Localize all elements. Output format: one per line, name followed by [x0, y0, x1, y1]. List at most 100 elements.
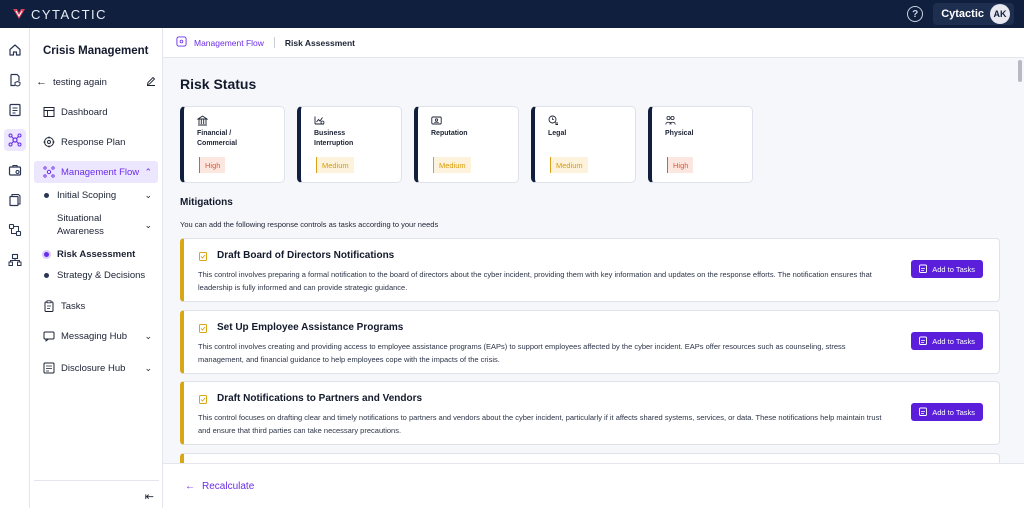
dashboard-icon	[43, 106, 55, 118]
document-shield-icon[interactable]	[7, 72, 23, 88]
recalculate-button[interactable]: ← Recalculate	[185, 481, 254, 492]
task-add-icon	[919, 264, 928, 275]
mitigations-title: Mitigations	[180, 197, 233, 208]
main-content: Risk Status Financial / Commercial High …	[163, 58, 1013, 463]
add-to-tasks-button[interactable]: Add to Tasks	[911, 332, 983, 350]
step-dot	[44, 273, 49, 278]
risk-name-line2: Commercial	[197, 140, 238, 147]
risk-name: Physical	[665, 130, 694, 137]
sidebar-item-label: Response Plan	[61, 136, 126, 148]
recalculate-label: Recalculate	[202, 481, 255, 492]
sidebar-subitem-label: Strategy & Decisions	[57, 270, 146, 281]
people-icon	[665, 115, 676, 125]
edit-icon[interactable]	[146, 76, 156, 89]
sidebar-item-label: Tasks	[61, 300, 86, 312]
mitigation-card: Draft Notifications to Partners and Vend…	[180, 381, 1000, 445]
briefcase-gear-icon[interactable]	[7, 162, 23, 178]
files-icon[interactable]	[7, 192, 23, 208]
risk-card-legal[interactable]: Legal Medium	[531, 106, 636, 183]
org-chart-icon[interactable]	[7, 252, 23, 268]
mitigation-title: Draft Board of Directors Notifications	[217, 250, 395, 261]
mitigations-description: You can add the following response contr…	[180, 220, 439, 229]
breadcrumb-separator	[273, 37, 275, 48]
list-check-icon[interactable]	[7, 102, 23, 118]
management-flow-icon	[176, 36, 187, 49]
risk-level-badge: Medium	[433, 157, 471, 173]
back-link[interactable]: ← testing again	[36, 76, 156, 88]
back-link-label: testing again	[53, 76, 107, 88]
risk-card-financial[interactable]: Financial / Commercial High	[180, 106, 285, 183]
bank-icon	[197, 115, 208, 126]
account-menu[interactable]: Cytactic AK	[933, 3, 1014, 25]
risk-name-line2: Interruption	[314, 140, 354, 147]
scrollbar-thumb[interactable]	[1018, 60, 1022, 82]
sidebar-item-label: Disclosure Hub	[61, 362, 126, 374]
sidebar: Crisis Management ← testing again Dashbo…	[30, 28, 163, 508]
footer-bar: ← Recalculate	[163, 463, 1024, 508]
disclosure-icon	[43, 362, 55, 374]
risk-card-reputation[interactable]: Reputation Medium	[414, 106, 519, 183]
sidebar-item-messaging-hub[interactable]: Messaging Hub ⌄	[34, 325, 158, 347]
logo-icon	[13, 9, 25, 19]
chevron-down-icon[interactable]: ⌄	[144, 220, 152, 231]
sidebar-subitem-strategy-decisions[interactable]: Strategy & Decisions	[44, 270, 158, 281]
mitigation-body: This control involves preparing a formal…	[198, 270, 872, 292]
flow-icon[interactable]	[7, 222, 23, 238]
top-bar: CYTACTIC ? Cytactic AK	[0, 0, 1024, 28]
breadcrumb: Management Flow Risk Assessment	[163, 28, 1024, 58]
sidebar-subitem-initial-scoping[interactable]: Initial Scoping ⌄	[44, 190, 158, 201]
brand-name: CYTACTIC	[31, 6, 108, 22]
id-card-icon	[431, 116, 442, 125]
chevron-down-icon[interactable]: ⌄	[144, 331, 152, 342]
chevron-down-icon[interactable]: ⌄	[144, 363, 152, 374]
collapse-sidebar-icon[interactable]: ⇤	[145, 490, 154, 503]
scrollbar[interactable]	[1016, 58, 1024, 463]
arrow-left-icon: ←	[185, 481, 195, 492]
sidebar-item-disclosure-hub[interactable]: Disclosure Hub ⌄	[34, 357, 158, 379]
clipboard-check-icon	[198, 323, 208, 333]
risk-name: Reputation	[431, 130, 468, 137]
hub-network-icon	[43, 166, 55, 178]
chart-break-icon	[314, 116, 325, 125]
sidebar-subitem-situational-awareness[interactable]: Situational Awareness ⌄	[44, 212, 158, 238]
breadcrumb-link[interactable]: Management Flow	[194, 38, 264, 48]
target-icon	[43, 136, 55, 148]
home-icon[interactable]	[7, 42, 23, 58]
sidebar-item-response-plan[interactable]: Response Plan	[34, 131, 158, 153]
sidebar-divider	[34, 480, 159, 481]
step-dot	[44, 193, 49, 198]
sidebar-item-tasks[interactable]: Tasks	[34, 295, 158, 317]
risk-name: Business	[314, 130, 346, 137]
hub-network-icon[interactable]	[4, 129, 26, 151]
sidebar-subitem-risk-assessment[interactable]: Risk Assessment	[44, 249, 158, 260]
risk-level-badge: Medium	[550, 157, 588, 173]
arrow-left-icon: ←	[36, 76, 47, 88]
avatar: AK	[990, 4, 1010, 24]
risk-level-badge: High	[667, 157, 694, 173]
page-title: Risk Status	[180, 76, 257, 92]
chevron-up-icon: ⌃	[144, 166, 152, 177]
brand-logo[interactable]: CYTACTIC	[12, 7, 107, 22]
mitigation-body: This control focuses on drafting clear a…	[198, 413, 882, 435]
add-to-tasks-button[interactable]: Add to Tasks	[911, 260, 983, 278]
add-to-tasks-label: Add to Tasks	[932, 336, 975, 346]
risk-name: Financial /	[197, 130, 232, 137]
sidebar-item-dashboard[interactable]: Dashboard	[34, 101, 158, 123]
mitigation-title: Draft Notifications to Partners and Vend…	[217, 393, 423, 404]
task-add-icon	[919, 336, 928, 347]
account-name: Cytactic	[941, 8, 984, 20]
mitigation-card-partial	[180, 453, 1000, 463]
messaging-icon	[43, 330, 55, 342]
add-to-tasks-button[interactable]: Add to Tasks	[911, 403, 983, 421]
sidebar-item-label: Dashboard	[61, 106, 108, 118]
chevron-down-icon[interactable]: ⌄	[144, 190, 152, 201]
help-circle-icon[interactable]: ?	[907, 6, 924, 22]
sidebar-item-management-flow[interactable]: Management Flow ⌃	[34, 161, 158, 183]
risk-card-physical[interactable]: Physical High	[648, 106, 753, 183]
risk-level-badge: High	[199, 157, 226, 173]
clipboard-icon	[43, 300, 55, 312]
sidebar-subitem-label: Risk Assessment	[57, 249, 136, 260]
mitigation-card: Set Up Employee Assistance Programs This…	[180, 310, 1000, 374]
risk-card-business-interruption[interactable]: Business Interruption Medium	[297, 106, 402, 183]
clipboard-check-icon	[198, 251, 208, 261]
